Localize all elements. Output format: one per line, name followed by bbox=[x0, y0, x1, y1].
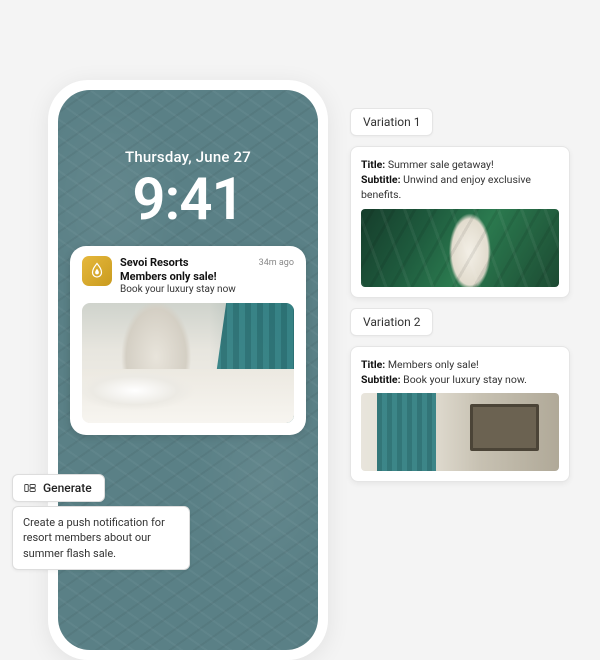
app-icon bbox=[82, 256, 112, 286]
push-notification-card[interactable]: Sevoi Resorts Members only sale! Book yo… bbox=[70, 246, 306, 435]
variation-1-subtitle-line: Subtitle: Unwind and enjoy exclusive ben… bbox=[361, 172, 559, 202]
variation-card-2[interactable]: Title: Members only sale! Subtitle: Book… bbox=[350, 346, 570, 482]
variation-1-image bbox=[361, 209, 559, 287]
notification-subtitle: Book your luxury stay now bbox=[120, 284, 251, 295]
notification-image bbox=[82, 303, 294, 423]
variation-tab-1[interactable]: Variation 1 bbox=[350, 108, 433, 136]
notification-timestamp: 34m ago bbox=[259, 258, 294, 268]
flame-drop-icon bbox=[88, 262, 106, 280]
lockscreen-time: 9:41 bbox=[58, 166, 318, 234]
generate-button[interactable]: Generate bbox=[12, 474, 105, 502]
variation-1-title-line: Title: Summer sale getaway! bbox=[361, 157, 559, 172]
notification-app-name: Sevoi Resorts bbox=[120, 256, 251, 269]
variation-card-1[interactable]: Title: Summer sale getaway! Subtitle: Un… bbox=[350, 146, 570, 298]
variation-2-subtitle-line: Subtitle: Book your luxury stay now. bbox=[361, 372, 559, 387]
variation-2-image bbox=[361, 393, 559, 471]
lockscreen-date: Thursday, June 27 bbox=[58, 148, 318, 166]
variation-2-title-line: Title: Members only sale! bbox=[361, 357, 559, 372]
phone-mockup: Thursday, June 27 9:41 Sevoi Resorts Mem… bbox=[48, 80, 328, 660]
generate-button-label: Generate bbox=[43, 481, 92, 495]
generate-icon bbox=[23, 481, 37, 495]
variation-tab-2[interactable]: Variation 2 bbox=[350, 308, 433, 336]
variations-panel: Variation 1 Title: Summer sale getaway! … bbox=[350, 108, 570, 482]
prompt-text[interactable]: Create a push notification for resort me… bbox=[12, 506, 190, 570]
notification-title: Members only sale! bbox=[120, 270, 251, 283]
